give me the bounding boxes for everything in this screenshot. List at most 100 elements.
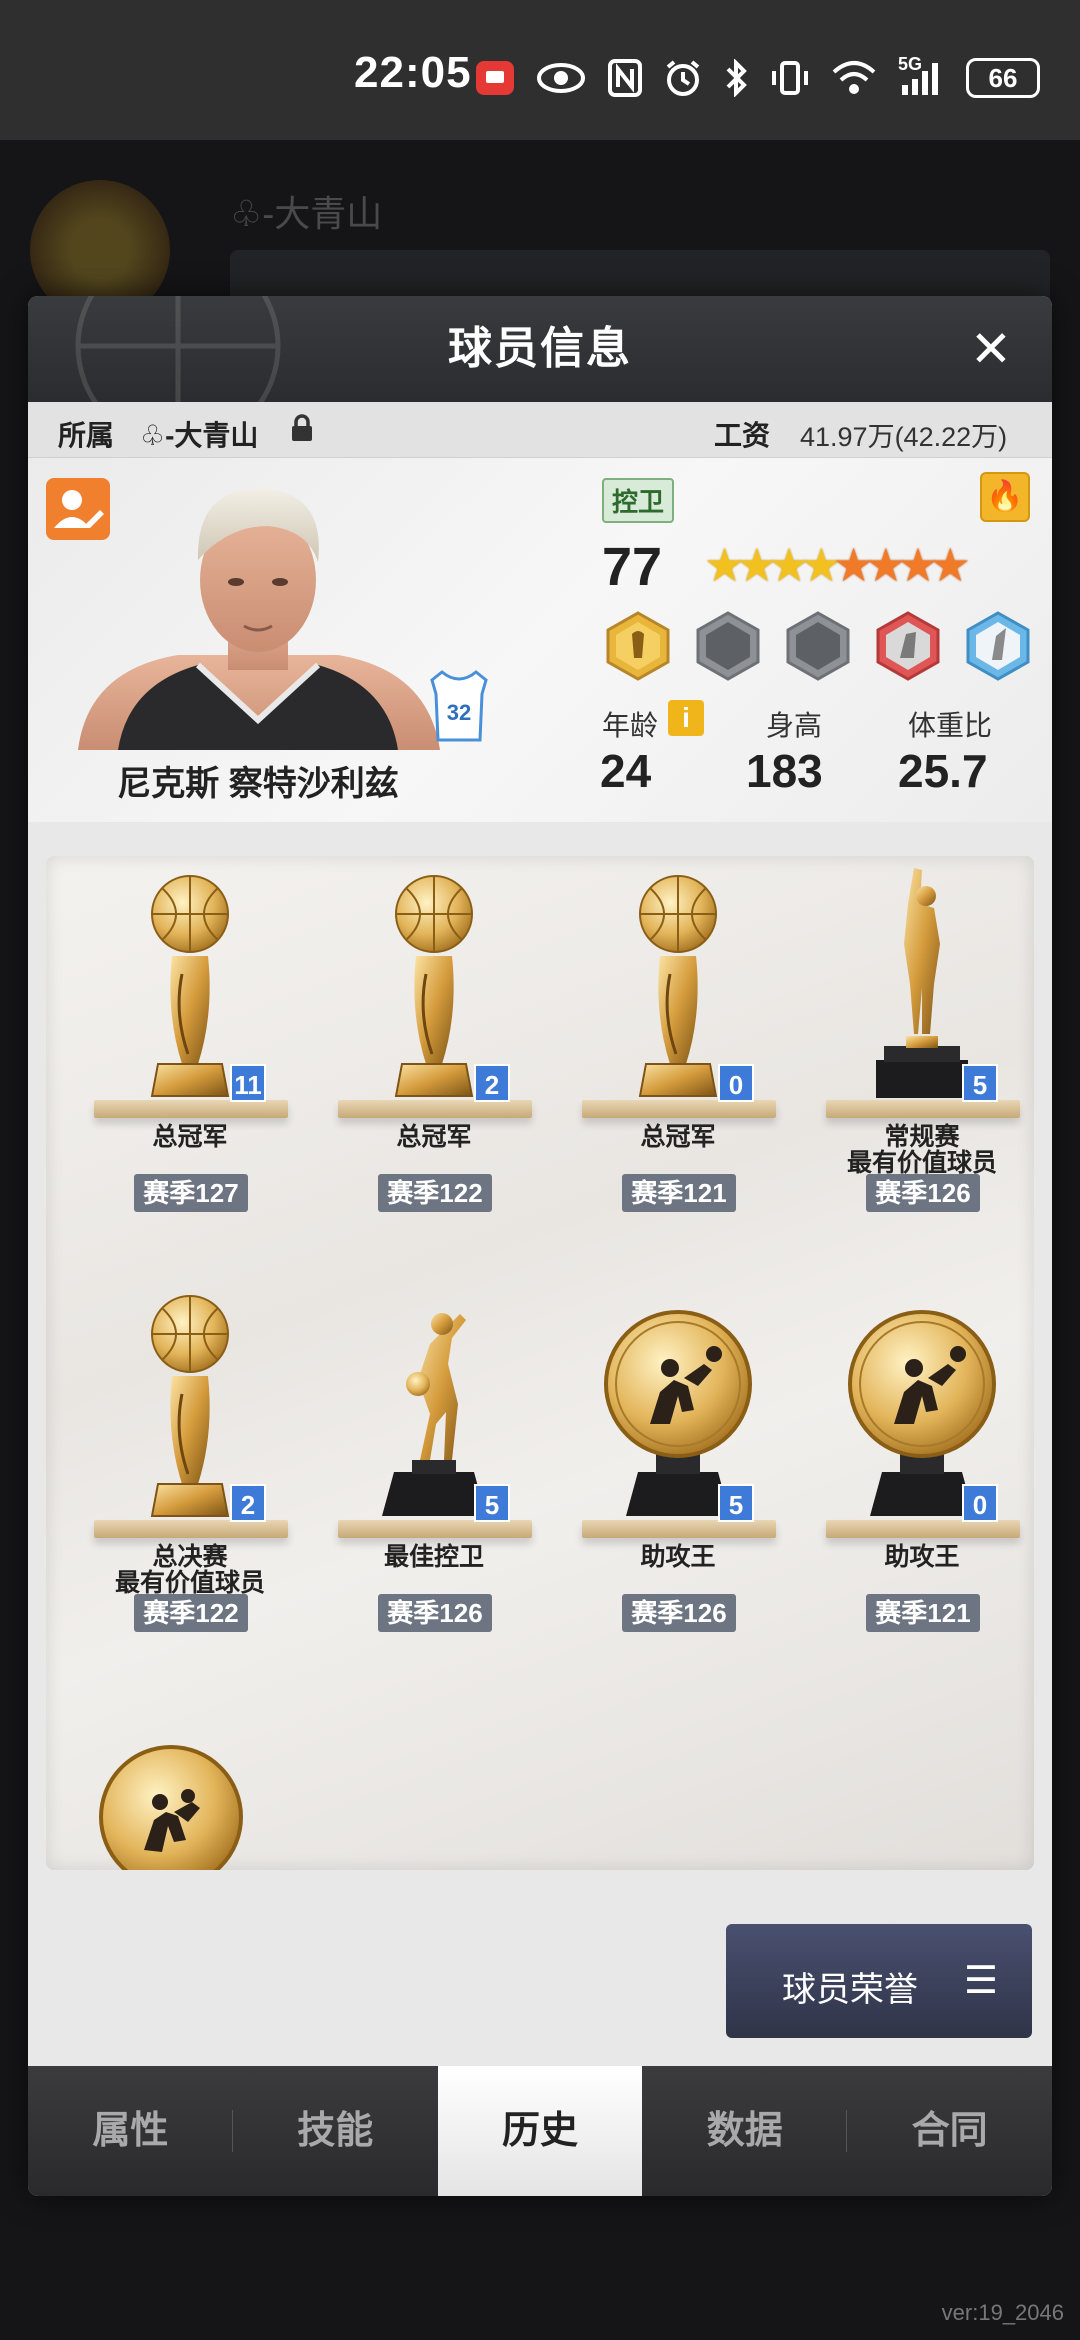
tab-1[interactable]: 技能 [233, 2066, 438, 2196]
trophy-item[interactable]: 5 常规赛 最有价值球员 赛季126 [800, 864, 1034, 1254]
affiliation-salary-bar: 所属 ♧-大青山 工资 41.97万(42.22万) [28, 402, 1052, 458]
tab-0[interactable]: 属性 [28, 2066, 233, 2196]
trophy-season-tag: 赛季121 [866, 1594, 980, 1632]
overall-rating: 77 [602, 537, 663, 597]
skill-badge-empty-icon[interactable] [692, 610, 764, 682]
trophy-season-tag: 赛季126 [622, 1594, 736, 1632]
menu-icon: ☰ [963, 1960, 998, 2002]
player-portrait [78, 488, 440, 750]
trophy-shelf [94, 1520, 288, 1538]
trophy-shelf [826, 1520, 1020, 1538]
trophy-shelf [582, 1520, 776, 1538]
close-button[interactable]: ✕ [966, 324, 1016, 374]
salary-label: 工资 [714, 420, 771, 451]
trophy-name: 助攻王 [640, 1543, 716, 1571]
alarm-icon [664, 56, 702, 100]
age-value: 24 [600, 745, 652, 797]
trophy-shelf [338, 1520, 532, 1538]
trophy-count: 0 [962, 1484, 998, 1522]
trophy-item[interactable]: 0 总冠军赛季121 [556, 864, 800, 1254]
trophy-name: 助攻王 [884, 1543, 960, 1571]
height-label: 身高 [766, 710, 823, 741]
vibrate-icon [770, 56, 810, 100]
skill-badge-blue-icon[interactable] [962, 610, 1034, 682]
trophy-season-tag: 赛季126 [378, 1594, 492, 1632]
trophy-cabinet: 11 总冠军 赛季127 2 总冠军 赛季122 0 总冠军 赛季121 5 常规赛 最有价值球员赛… [46, 856, 1034, 1870]
skill-badge-empty-icon[interactable] [782, 610, 854, 682]
tab-3[interactable]: 数据 [642, 2066, 848, 2196]
tab-2[interactable]: 历史 [437, 2066, 643, 2196]
player-name: 尼克斯 察特沙利兹 [117, 765, 399, 803]
trophy-name: 常规赛 最有价值球员 [846, 1123, 997, 1177]
player-honors-label: 球员荣誉 [782, 1971, 918, 2009]
team-name[interactable]: ♧-大青山 [140, 414, 258, 454]
affiliation-label: 所属 [58, 420, 115, 451]
trophy-item[interactable]: 5 助攻王赛季126 [556, 1284, 800, 1674]
player-honors-button[interactable]: 球员荣誉 ☰ [726, 1924, 1032, 2038]
star-icon: ★★★★ [704, 539, 842, 591]
trophy-shelf [338, 1100, 532, 1118]
trophy-item[interactable]: 2 总冠军 赛季122 [312, 864, 556, 1254]
trophy-name: 最佳控卫 [383, 1543, 484, 1571]
tab-label: 历史 [501, 2110, 578, 2152]
tab-label: 技能 [297, 2110, 374, 2152]
info-icon[interactable]: i [668, 700, 704, 736]
tab-label: 数据 [706, 2110, 783, 2152]
dialog-header: 球员信息 ✕ [28, 296, 1052, 426]
trophy-season-tag: 赛季127 [134, 1174, 248, 1212]
signal-icon: 5G [898, 54, 944, 100]
trophy-count: 0 [718, 1064, 754, 1102]
trophy-item[interactable]: 0 助攻王赛季121 [800, 1284, 1034, 1674]
trophy-disc-partial-icon [99, 1745, 243, 1870]
trophy-season-tag: 赛季126 [866, 1174, 980, 1212]
battery-icon: 66 [966, 58, 1040, 98]
player-info-dialog: 球员信息 ✕ 所属 ♧-大青山 工资 41.97万(42.22万) 32 尼克斯… [28, 296, 1052, 2196]
lock-icon [292, 414, 312, 441]
tab-label: 属性 [92, 2110, 169, 2152]
trophy-season-tag: 赛季121 [622, 1174, 736, 1212]
trophy-count: 5 [474, 1484, 510, 1522]
star-icon: ★★★★ [832, 539, 971, 591]
background-team-name: ♧-大青山 [230, 193, 383, 234]
status-time: 22:05 [354, 48, 472, 97]
trophy-name: 总冠军 [152, 1123, 228, 1151]
trophy-count: 5 [718, 1484, 754, 1522]
skill-badges [602, 610, 1034, 682]
skill-badge-red-icon[interactable] [872, 610, 944, 682]
status-bar: 22:05 5G 66 [0, 0, 1080, 140]
trophy-count: 5 [962, 1064, 998, 1102]
notification-icon [476, 61, 514, 95]
trophy-count: 2 [474, 1064, 510, 1102]
weight-ratio-value: 25.7 [898, 745, 988, 797]
eye-icon [536, 56, 586, 100]
salary-value: 41.97万(42.22万) [800, 422, 1008, 452]
height-value: 183 [746, 745, 823, 797]
trophy-name: 总冠军 [396, 1123, 472, 1151]
star-rating: ★★★★★★★★ [704, 538, 971, 592]
tab-4[interactable]: 合同 [847, 2066, 1052, 2196]
trophy-season-tag: 赛季122 [134, 1594, 248, 1632]
skill-badge-gold-icon[interactable] [602, 610, 674, 682]
bluetooth-icon [724, 56, 748, 100]
trophy-shelf [582, 1100, 776, 1118]
trophy-item[interactable]: 2 总决赛 最有价值球员 赛季122 [68, 1284, 312, 1674]
player-summary-panel: 32 尼克斯 察特沙利兹 控卫 🔥 77 ★★★★★★★★ 年龄 i 24 身高… [28, 458, 1052, 822]
tab-bar: 属性 技能 历史 数据 合同 [28, 2066, 1052, 2196]
fire-icon[interactable]: 🔥 [980, 472, 1030, 522]
trophy-count: 2 [230, 1484, 266, 1522]
nfc-icon [608, 56, 642, 100]
trophy-count: 11 [230, 1064, 266, 1102]
tab-label: 合同 [911, 2110, 988, 2152]
dialog-title: 球员信息 [448, 324, 632, 373]
weight-ratio-label: 体重比 [908, 710, 993, 741]
trophy-shelf [826, 1100, 1020, 1118]
trophy-name: 总冠军 [640, 1123, 716, 1151]
trophy-name: 总决赛 最有价值球员 [114, 1543, 265, 1597]
trophy-item[interactable]: 5 最佳控卫赛季126 [312, 1284, 556, 1674]
version-label: ver:19_2046 [941, 2300, 1064, 2325]
jersey-number: 32 [447, 700, 471, 725]
status-icons: 5G 66 [476, 54, 1040, 100]
jersey-icon: 32 [430, 670, 488, 742]
network-type-label: 5G [898, 54, 923, 74]
trophy-item[interactable]: 11 总冠军赛季127 [68, 864, 312, 1254]
